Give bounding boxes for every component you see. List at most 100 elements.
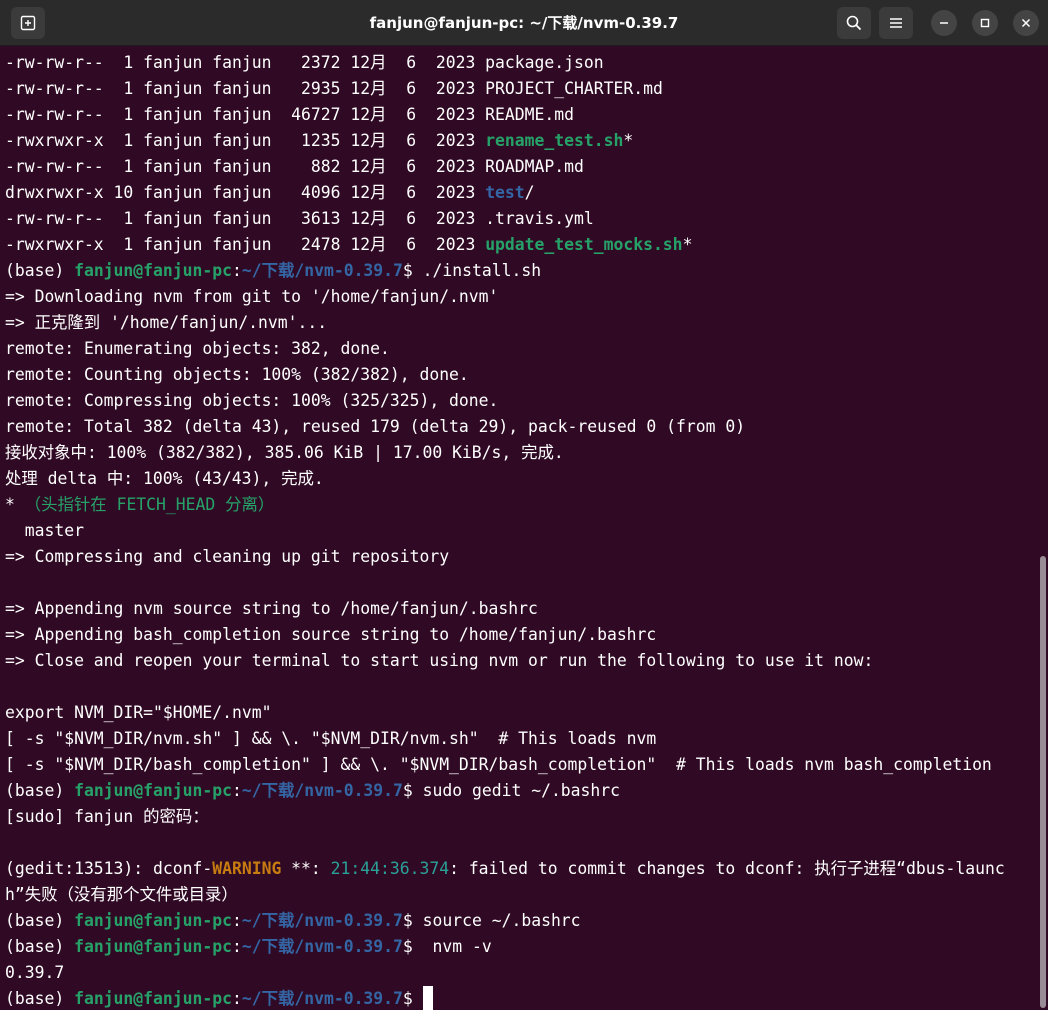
terminal-line: drwxrwxr-x 10 fanjun fanjun 4096 12月 6 2… <box>0 180 1038 206</box>
terminal-text: h”失败（没有那个文件或目录） <box>5 885 238 904</box>
terminal-text: [ -s "$NVM_DIR/nvm.sh" ] && \. "$NVM_DIR… <box>5 729 657 748</box>
terminal-text: $ <box>402 989 423 1008</box>
terminal-window: fanjun@fanjun-pc: ~/下载/nvm-0.39.7 -rw-rw… <box>0 0 1048 1010</box>
close-icon <box>1021 18 1031 28</box>
terminal-text: remote: Total 382 (delta 43), reused 179… <box>5 417 746 436</box>
terminal-text: $ ./install.sh <box>402 261 542 280</box>
terminal-text: fanjun@fanjun-pc <box>74 261 232 280</box>
close-button[interactable] <box>1013 10 1039 36</box>
terminal-text: fanjun@fanjun-pc <box>74 911 232 930</box>
terminal-line: remote: Enumerating objects: 382, done. <box>0 336 1038 362</box>
menu-button[interactable] <box>879 7 913 39</box>
terminal-text: (base) <box>5 989 75 1008</box>
terminal-text: export NVM_DIR="$HOME/.nvm" <box>5 703 272 722</box>
terminal-text: remote: Compressing objects: 100% (325/3… <box>5 391 499 410</box>
terminal-line: export NVM_DIR="$HOME/.nvm" <box>0 700 1038 726</box>
terminal-line: (base) fanjun@fanjun-pc:~/下载/nvm-0.39.7$ <box>0 986 1038 1010</box>
terminal-text: : <box>231 261 242 280</box>
terminal-line: (base) fanjun@fanjun-pc:~/下载/nvm-0.39.7$… <box>0 778 1038 804</box>
terminal-line: [sudo] fanjun 的密码： <box>0 804 1038 830</box>
terminal-line: -rw-rw-r-- 1 fanjun fanjun 46727 12月 6 2… <box>0 102 1038 128</box>
scrollbar[interactable] <box>1038 46 1048 1010</box>
minimize-button[interactable] <box>931 10 957 36</box>
terminal-text: drwxrwxr-x 10 fanjun fanjun 4096 12月 6 2… <box>5 183 486 202</box>
terminal-text: remote: Enumerating objects: 382, done. <box>5 339 390 358</box>
terminal-line: -rw-rw-r-- 1 fanjun fanjun 3613 12月 6 20… <box>0 206 1038 232</box>
terminal-text: rename_test.sh <box>485 131 624 150</box>
terminal-text: (base) <box>5 781 75 800</box>
terminal-text: -rw-rw-r-- 1 fanjun fanjun 3613 12月 6 20… <box>5 209 594 228</box>
terminal-line: h”失败（没有那个文件或目录） <box>0 882 1038 908</box>
terminal-text: -rwxrwxr-x 1 fanjun fanjun 2478 12月 6 20… <box>5 235 486 254</box>
terminal-text: -rw-rw-r-- 1 fanjun fanjun 882 12月 6 202… <box>5 157 584 176</box>
terminal-text: [ -s "$NVM_DIR/bash_completion" ] && \. … <box>5 755 992 774</box>
scrollbar-thumb[interactable] <box>1040 556 1046 1008</box>
terminal-text: remote: Counting objects: 100% (382/382)… <box>5 365 469 384</box>
terminal-text: => Appending nvm source string to /home/… <box>5 599 538 618</box>
terminal-text: fanjun@fanjun-pc <box>74 937 232 956</box>
terminal-line: -rw-rw-r-- 1 fanjun fanjun 2935 12月 6 20… <box>0 76 1038 102</box>
terminal-line: [ -s "$NVM_DIR/bash_completion" ] && \. … <box>0 752 1038 778</box>
terminal-text: : <box>231 989 242 1008</box>
terminal-line: => Appending nvm source string to /home/… <box>0 596 1038 622</box>
terminal-line: remote: Counting objects: 100% (382/382)… <box>0 362 1038 388</box>
terminal-text: (base) <box>5 937 75 956</box>
terminal-text: ~/下载/nvm-0.39.7 <box>241 989 403 1008</box>
terminal-line: (base) fanjun@fanjun-pc:~/下载/nvm-0.39.7$… <box>0 908 1038 934</box>
terminal-line: => Close and reopen your terminal to sta… <box>0 648 1038 674</box>
terminal-text: (base) <box>5 911 75 930</box>
terminal-text: $ sudo gedit ~/.bashrc <box>402 781 621 800</box>
terminal-text: 接收对象中: 100% (382/382), 385.06 KiB | 17.0… <box>5 443 564 462</box>
terminal-line: 处理 delta 中: 100% (43/43), 完成. <box>0 466 1038 492</box>
terminal-text: (gedit:13513): dconf- <box>5 859 213 878</box>
terminal-line: 接收对象中: 100% (382/382), 385.06 KiB | 17.0… <box>0 440 1038 466</box>
hamburger-menu-icon <box>890 18 902 28</box>
minimize-icon <box>940 22 948 24</box>
text-cursor <box>422 986 433 1010</box>
terminal-text: update_test_mocks.sh <box>485 235 683 254</box>
terminal-text: => Compressing and cleaning up git repos… <box>5 547 450 566</box>
maximize-button[interactable] <box>972 10 998 36</box>
terminal-text: : <box>231 911 242 930</box>
terminal-text: : <box>231 937 242 956</box>
terminal-line: => Compressing and cleaning up git repos… <box>0 544 1038 570</box>
terminal-text: fanjun@fanjun-pc <box>74 989 232 1008</box>
terminal-text: * <box>623 131 634 150</box>
terminal-text: -rwxrwxr-x 1 fanjun fanjun 1235 12月 6 20… <box>5 131 486 150</box>
terminal-text: $ nvm -v <box>402 937 492 956</box>
terminal-line: remote: Compressing objects: 100% (325/3… <box>0 388 1038 414</box>
terminal-line: master <box>0 518 1038 544</box>
terminal-text: 21:44:36.374 <box>330 859 450 878</box>
terminal-text: 0.39.7 <box>5 963 65 982</box>
terminal-text: : <box>231 781 242 800</box>
terminal-text: fanjun@fanjun-pc <box>74 781 232 800</box>
terminal-text: => Downloading nvm from git to '/home/fa… <box>5 287 499 306</box>
terminal-line: (gedit:13513): dconf-WARNING **: 21:44:3… <box>0 856 1038 882</box>
terminal-line: (base) fanjun@fanjun-pc:~/下载/nvm-0.39.7$… <box>0 258 1038 284</box>
terminal-line: => Appending bash_completion source stri… <box>0 622 1038 648</box>
terminal-line: -rwxrwxr-x 1 fanjun fanjun 1235 12月 6 20… <box>0 128 1038 154</box>
terminal-text: ~/下载/nvm-0.39.7 <box>241 781 403 800</box>
terminal-text: => Appending bash_completion source stri… <box>5 625 657 644</box>
terminal-line: 0.39.7 <box>0 960 1038 986</box>
terminal-text: **: <box>281 859 331 878</box>
terminal-text: => Close and reopen your terminal to sta… <box>5 651 874 670</box>
maximize-icon <box>980 18 990 28</box>
terminal-text: -rw-rw-r-- 1 fanjun fanjun 2372 12月 6 20… <box>5 53 604 72</box>
terminal-text: [sudo] fanjun 的密码： <box>5 807 209 826</box>
terminal-line: => 正克隆到 '/home/fanjun/.nvm'... <box>0 310 1038 336</box>
terminal-output[interactable]: -rw-rw-r-- 1 fanjun fanjun 2372 12月 6 20… <box>0 46 1038 1010</box>
terminal-text: ~/下载/nvm-0.39.7 <box>241 911 403 930</box>
terminal-line: => Downloading nvm from git to '/home/fa… <box>0 284 1038 310</box>
terminal-text: -rw-rw-r-- 1 fanjun fanjun 2935 12月 6 20… <box>5 79 663 98</box>
terminal-line: -rwxrwxr-x 1 fanjun fanjun 2478 12月 6 20… <box>0 232 1038 258</box>
terminal-text: => 正克隆到 '/home/fanjun/.nvm'... <box>5 313 328 332</box>
terminal-text: test <box>485 183 525 202</box>
terminal-text: WARNING <box>212 859 282 878</box>
search-button[interactable] <box>837 7 871 39</box>
title-bar[interactable]: fanjun@fanjun-pc: ~/下载/nvm-0.39.7 <box>0 0 1048 46</box>
terminal-line: [ -s "$NVM_DIR/nvm.sh" ] && \. "$NVM_DIR… <box>0 726 1038 752</box>
terminal-text: : failed to commit changes to dconf: 执行子… <box>449 859 1005 878</box>
